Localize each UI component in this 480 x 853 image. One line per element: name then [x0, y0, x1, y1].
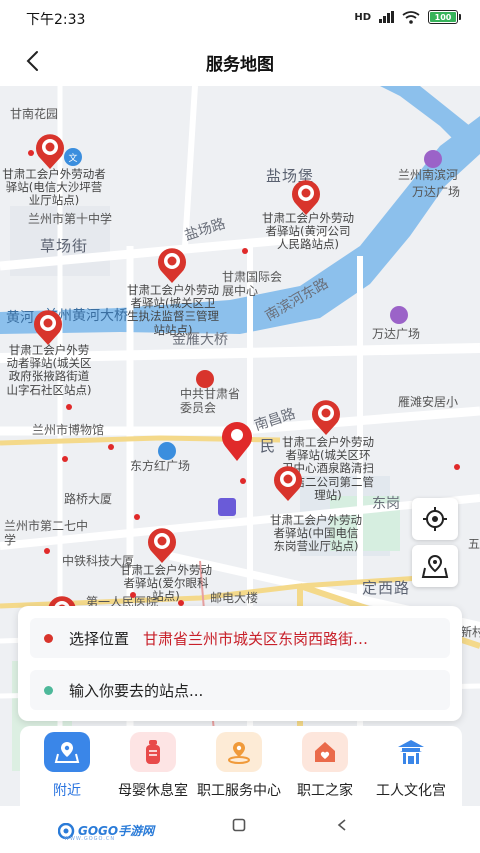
station-marker-7[interactable] [146, 526, 178, 564]
nav-workers-home[interactable]: 职工之家 [282, 732, 368, 806]
crosshair-icon [423, 507, 447, 531]
status-time: 下午2:33 [26, 12, 86, 28]
nav-workers-home-label: 职工之家 [297, 783, 353, 799]
locate-button[interactable] [412, 498, 458, 540]
signal-icon [379, 11, 394, 23]
map-label-min: 民 [260, 437, 277, 455]
map-label-provincial-committee: 中共甘肃省委员会 [180, 387, 241, 415]
map-poi-wen: 文 [64, 148, 82, 166]
map-label-gannan-garden: 甘南花园 [10, 107, 59, 121]
nav-mother-baby-label: 母婴休息室 [118, 783, 188, 799]
category-nav: 附近 母婴休息室 职工服务中心 职工之家 工人文化宫 [20, 726, 462, 806]
search-card: 选择位置 甘肃省兰州市城关区东岗西路街… 输入你要去的站点... [18, 606, 462, 721]
back-triangle-icon[interactable] [336, 818, 348, 832]
station-marker-5[interactable] [310, 398, 342, 436]
map-dot [66, 404, 72, 410]
map-label-dingxi-road: 定西路 [362, 579, 411, 597]
map-dot [62, 456, 68, 462]
map-label-wanda-1: 万达广场 [412, 185, 461, 199]
map-label-luqiao: 路桥大厦 [64, 492, 113, 506]
map-poi-bus [218, 498, 236, 516]
heart-home-icon [302, 732, 348, 772]
map-poi-blue [158, 442, 176, 460]
station-marker-2[interactable] [290, 178, 322, 216]
map-dot [44, 548, 50, 554]
map-label-nanbinhe: 兰州南滨河 [398, 168, 459, 182]
service-pin-icon [216, 732, 262, 772]
pavilion-icon [388, 732, 434, 772]
select-location-value: 甘肃省兰州市城关区东岗西路街… [143, 629, 369, 648]
watermark: GOGO手游网 WWW.GOGO.CN [58, 822, 154, 842]
battery-icon: 100 [428, 10, 461, 24]
status-icons: HD 100 [354, 10, 461, 24]
green-dot-icon [44, 685, 53, 695]
map-dot [134, 514, 140, 520]
map-poi-purple-2 [390, 306, 408, 324]
home-square-icon[interactable] [232, 818, 246, 832]
station-label-6: 甘肃工会户外劳动者驿站(中国电信东岗营业厅站点) [270, 513, 362, 554]
nav-nearby[interactable]: 附近 [24, 732, 110, 806]
map-label-yantan: 雁滩安居小 [398, 395, 459, 409]
watermark-subtext: WWW.GOGO.CN [64, 836, 116, 842]
poi-wen-text: 文 [68, 153, 78, 164]
map-label-expo-center: 甘肃国际会展中心 [222, 270, 283, 298]
route-map-button[interactable] [412, 545, 458, 587]
page-title: 服务地图 [206, 55, 274, 75]
map-label-no10-school: 兰州市第十中学 [28, 212, 113, 226]
map-poi-purple-1 [424, 150, 442, 168]
map-dot [28, 150, 34, 156]
map-dot [454, 464, 460, 470]
map-route-icon [421, 554, 449, 578]
select-location-label: 选择位置 [69, 629, 130, 648]
map-dot [130, 592, 136, 598]
wifi-icon [402, 10, 420, 24]
nav-workers-cultural-palace[interactable]: 工人文化宫 [368, 732, 454, 806]
signal-type-label: HD [354, 11, 371, 23]
nav-cultural-palace-label: 工人文化宫 [376, 783, 446, 799]
map-label-xincun: 新村 [460, 625, 480, 639]
station-search-input[interactable]: 输入你要去的站点... [30, 670, 450, 710]
map-label-donggang: 东岗 [372, 496, 400, 512]
station-marker-1[interactable] [34, 132, 66, 170]
map-label-youdian: 邮电大楼 [210, 591, 259, 605]
station-label-1: 甘肃工会户外劳动者驿站(电信大沙坪营业厅站点) [2, 167, 106, 208]
map-label-dongfanghong: 东方红广场 [130, 459, 191, 473]
select-location-row[interactable]: 选择位置 甘肃省兰州市城关区东岗西路街… [30, 618, 450, 658]
map-dot [240, 478, 246, 484]
nav-worker-service-label: 职工服务中心 [197, 783, 281, 799]
system-nav-bar: GOGO手游网 WWW.GOGO.CN [0, 806, 480, 853]
header: 服务地图 [0, 36, 480, 86]
map-label-wanda-2: 万达广场 [372, 327, 421, 341]
map-poi-star [196, 370, 214, 388]
map-dot [108, 444, 114, 450]
map-label-no27-school: 兰州市第二七中学 [4, 519, 89, 547]
status-bar: 下午2:33 HD 100 [0, 0, 480, 36]
baby-bottle-icon [130, 732, 176, 772]
map-label-museum: 兰州市博物馆 [32, 423, 105, 437]
location-map-icon [44, 732, 90, 772]
nav-nearby-label: 附近 [53, 783, 81, 799]
station-marker-6[interactable] [272, 464, 304, 502]
nav-worker-service-center[interactable]: 职工服务中心 [196, 732, 282, 806]
map-dot [242, 248, 248, 254]
battery-level: 100 [434, 12, 452, 22]
station-search-placeholder: 输入你要去的站点... [69, 681, 204, 700]
station-marker-4[interactable] [32, 308, 64, 346]
station-label-3: 甘肃工会户外劳动者驿站(城关区卫生执法监督三管理站站点) [127, 283, 219, 337]
map-label-wu: 五 [468, 537, 480, 551]
station-label-2: 甘肃工会户外劳动者驿站(黄河公司人民路站点) [262, 211, 354, 252]
current-location-marker[interactable] [220, 420, 254, 462]
red-dot-icon [44, 633, 53, 643]
station-label-4: 甘肃工会户外劳动者驿站(城关区政府张掖路街道山字石社区站点) [6, 343, 92, 397]
nav-mother-baby-room[interactable]: 母婴休息室 [110, 732, 196, 806]
map-label-caochangjie: 草场街 [40, 237, 89, 255]
map-label-huanghe: 黄河 [6, 310, 34, 326]
station-marker-3[interactable] [156, 246, 188, 284]
